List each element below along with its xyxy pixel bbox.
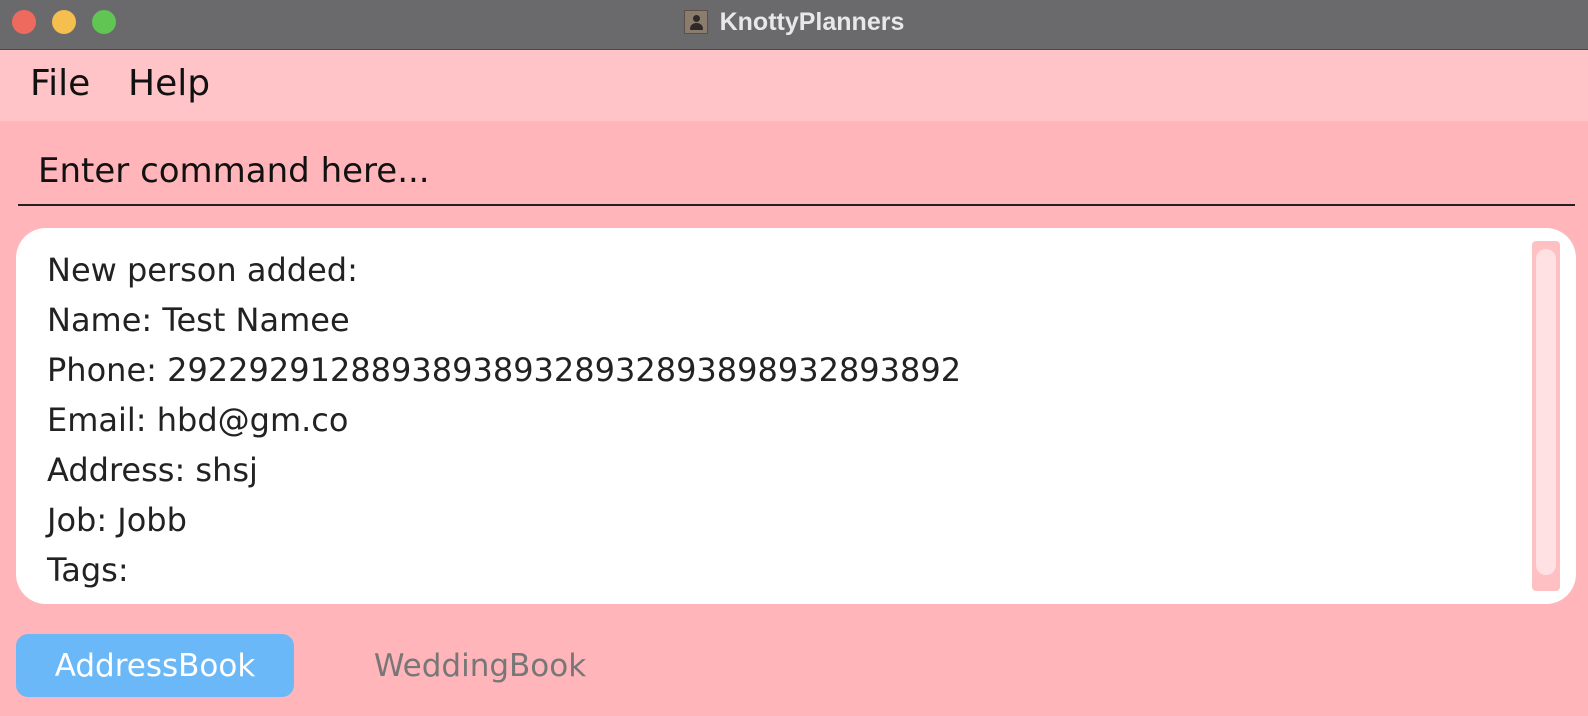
tab-addressbook[interactable]: AddressBook [16, 634, 294, 697]
tab-weddingbook[interactable]: WeddingBook [340, 634, 620, 697]
result-display: New person added: Name: Test Namee Phone… [16, 228, 1576, 604]
result-line: Phone: 292292912889389389328932893898932… [47, 351, 962, 389]
result-scrollbar[interactable] [1532, 241, 1560, 591]
result-line: New person added: [47, 251, 358, 289]
command-box [18, 140, 1575, 206]
title-bar: KnottyPlanners [0, 0, 1588, 50]
result-lines: New person added: Name: Test Namee Phone… [47, 245, 961, 595]
menu-file[interactable]: File [30, 62, 90, 106]
result-line: Tags: [47, 551, 129, 589]
window-title-group: KnottyPlanners [0, 0, 1588, 44]
result-line: Job: Jobb [47, 501, 187, 539]
result-line: Address: shsj [47, 451, 258, 489]
command-input[interactable] [18, 140, 1575, 202]
menu-help[interactable]: Help [128, 62, 210, 106]
menu-bar: File Help [0, 50, 1588, 121]
contacts-app-icon [683, 10, 708, 34]
result-scrollbar-thumb[interactable] [1536, 249, 1556, 575]
result-line: Name: Test Namee [47, 301, 350, 339]
window-title: KnottyPlanners [719, 7, 905, 36]
result-line: Email: hbd@gm.co [47, 401, 349, 439]
